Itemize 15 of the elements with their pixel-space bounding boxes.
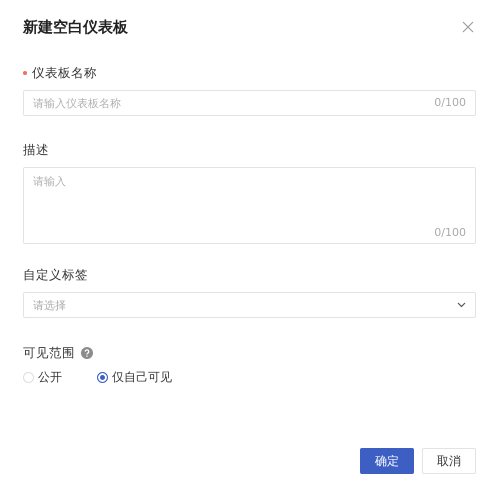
help-icon[interactable] — [81, 347, 93, 359]
field-label: 可见范围 — [23, 344, 75, 362]
field-label: 描述 — [23, 142, 49, 158]
character-counter: 0/100 — [434, 96, 466, 109]
close-icon[interactable] — [462, 21, 474, 33]
dialog-title: 新建空白仪表板 — [23, 18, 128, 36]
chevron-down-icon — [457, 302, 466, 308]
character-counter: 0/100 — [434, 226, 466, 239]
confirm-button[interactable]: 确定 — [360, 448, 414, 474]
field-label: 自定义标签 — [23, 266, 88, 284]
radio-option[interactable]: 公开 — [23, 369, 62, 386]
cancel-button[interactable]: 取消 — [422, 448, 476, 474]
radio-option[interactable]: 仅自己可见 — [97, 369, 172, 386]
select-placeholder: 请选择 — [33, 298, 66, 312]
field-label: 仪表板名称 — [32, 64, 97, 82]
